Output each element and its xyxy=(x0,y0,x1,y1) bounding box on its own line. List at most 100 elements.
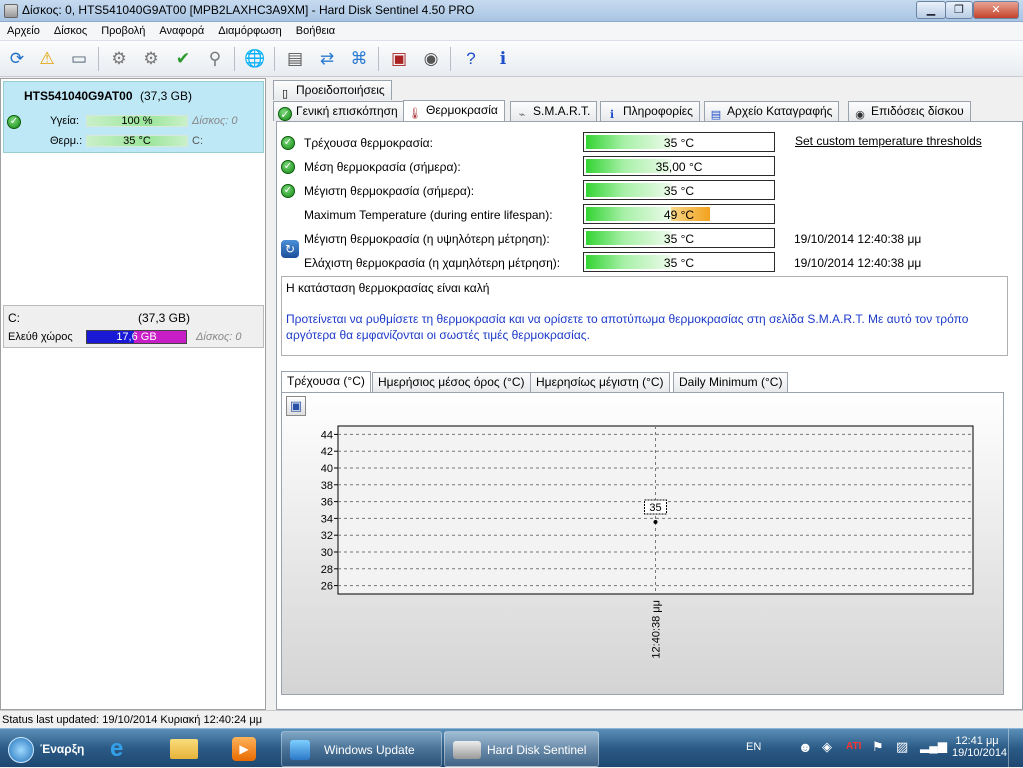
temperature-row-label: Μέγιστη θερμοκρασία (η υψηλότερη μέτρηση… xyxy=(304,232,550,246)
volume-entry[interactable]: C: (37,3 GB) Ελεύθ χώρος 17,6 GB Δίσκος:… xyxy=(3,305,264,348)
globe-icon[interactable]: 🌐 xyxy=(242,46,268,72)
y-tick-label: 26 xyxy=(321,581,333,593)
show-desktop-button[interactable] xyxy=(1008,729,1023,768)
reset-button[interactable]: ↻ xyxy=(281,240,299,258)
clock[interactable]: 12:41 μμ 19/10/2014 xyxy=(952,735,1008,759)
start-button[interactable]: Έναρξη xyxy=(2,731,84,767)
graph-tab-daily-average[interactable]: Ημερήσιος μέσος όρος (°C) xyxy=(372,372,531,392)
windows-logo-icon xyxy=(8,737,34,763)
device-list-pane: HTS541040G9AT00 (37,3 GB) ✓ Υγεία: 100 %… xyxy=(0,78,266,710)
y-tick-label: 36 xyxy=(321,497,333,509)
chart-icon[interactable]: ▣ xyxy=(386,46,412,72)
menu-disk[interactable]: Δίσκος xyxy=(47,22,94,37)
set-thresholds-link[interactable]: Set custom temperature thresholds xyxy=(795,134,982,148)
menu-help[interactable]: Βοήθεια xyxy=(289,22,342,37)
temp-bar: 35 °C xyxy=(86,135,188,147)
smiley-icon[interactable]: ☻ xyxy=(798,739,813,755)
tab-information[interactable]: ℹ Πληροφορίες xyxy=(600,101,700,121)
maximize-button[interactable]: ❐ xyxy=(945,1,973,19)
y-tick-label: 34 xyxy=(321,513,333,525)
menu-file[interactable]: Αρχείο xyxy=(0,22,47,37)
graph-tab-daily-max[interactable]: Ημερησίως μέγιστη (°C) xyxy=(530,372,670,392)
health-label: Υγεία: xyxy=(50,115,80,127)
disk-test-icon[interactable]: ⚙ xyxy=(138,46,164,72)
free-space-bar: 17,6 GB xyxy=(86,330,187,344)
temperature-value-box: 35 °C xyxy=(583,252,775,272)
data-label: 35 xyxy=(649,502,661,514)
app-icon xyxy=(4,4,18,18)
free-space-value: 17,6 GB xyxy=(116,331,157,343)
menu-report[interactable]: Αναφορά xyxy=(152,22,211,37)
disk-size: (37,3 GB) xyxy=(140,89,193,103)
temperature-graph-panel: ▣ 44 42 40 38 36 34 32 30 28 26 35 12:40:38 μμ xyxy=(281,392,1004,695)
taskbar-app-hard-disk-sentinel[interactable]: Hard Disk Sentinel xyxy=(444,731,599,767)
temperature-value-box: 35 °C xyxy=(583,132,775,152)
details-pane: ▯ Προειδοποιήσεις ✓ Γενική επισκόπηση 🌡 Θερ… xyxy=(268,78,1023,710)
network-tray-icon[interactable]: ▨ xyxy=(896,739,908,755)
temperature-value: 35 °C xyxy=(663,256,695,270)
document-icon: ▯ xyxy=(281,88,289,100)
temperature-value: 35 °C xyxy=(663,184,695,198)
report-icon[interactable]: ▤ xyxy=(282,46,308,72)
minimize-button[interactable]: ▁ xyxy=(916,1,946,19)
menu-bar: Αρχείο Δίσκος Προβολή Αναφορά Διαμόρφωση Βοήθ… xyxy=(0,22,1023,41)
help-icon[interactable]: ? xyxy=(458,46,484,72)
thermometer-icon: 🌡 xyxy=(408,108,422,120)
tab-smart[interactable]: ⌁ S.M.A.R.T. xyxy=(510,101,598,121)
temperature-row: ✓ Μέση θερμοκρασία (σήμερα): 35,00 °C xyxy=(277,156,1017,178)
close-button[interactable]: ✕ xyxy=(973,1,1019,19)
toolbar: ⟳ ⚠ ▭ ⚙ ⚙ ✔ ⚲ 🌐 ▤ ⇄ ⌘ ▣ ◉ ? ℹ xyxy=(0,41,1023,77)
disk-check-icon[interactable]: ✔ xyxy=(170,46,196,72)
tab-log[interactable]: ▤ Αρχείο Καταγραφής xyxy=(704,101,840,121)
disk-ref: Δίσκος: 0 xyxy=(192,115,238,127)
taskbar-app-windows-update[interactable]: Windows Update xyxy=(281,731,442,767)
log-icon: ▤ xyxy=(710,109,722,121)
timestamp: 19/10/2014 12:40:38 μμ xyxy=(794,256,922,270)
y-tick-label: 44 xyxy=(321,429,333,441)
tab-temperature[interactable]: 🌡 Θερμοκρασία xyxy=(403,100,505,122)
temperature-row: ✓ Μέγιστη θερμοκρασία (σήμερα): 35 °C xyxy=(277,180,1017,202)
disk-search-icon[interactable]: ⚲ xyxy=(202,46,228,72)
temperature-value: 35,00 °C xyxy=(655,160,703,174)
disk-tool-icon[interactable]: ⚙ xyxy=(106,46,132,72)
sync-icon[interactable]: ⇄ xyxy=(314,46,340,72)
status-bar: Status last updated: 19/10/2014 Κυριακή … xyxy=(0,710,1023,728)
gauge-icon: ◉ xyxy=(855,109,865,121)
tab-performance[interactable]: ◉ Επιδόσεις δίσκου xyxy=(848,101,971,121)
internet-explorer-icon[interactable]: e xyxy=(100,731,144,767)
menu-view[interactable]: Προβολή xyxy=(94,22,152,37)
flag-icon[interactable]: ⚑ xyxy=(872,739,884,755)
disk-icon: ⌁ xyxy=(518,109,526,121)
disk-name: HTS541040G9AT00 xyxy=(24,89,133,103)
graph-tab-daily-min[interactable]: Daily Minimum (°C) xyxy=(673,372,789,392)
volume-ref: C: xyxy=(192,135,203,147)
network-icon[interactable]: ⌘ xyxy=(346,46,372,72)
temperature-row: Ελάχιστη θερμοκρασία (η χαμηλότερη μέτρη… xyxy=(277,252,1017,274)
tab-overview[interactable]: ✓ Γενική επισκόπηση xyxy=(273,101,405,121)
info-icon[interactable]: ℹ xyxy=(490,46,516,72)
temperature-value-box: 35 °C xyxy=(583,228,775,248)
warning-icon[interactable]: ⚠ xyxy=(34,46,60,72)
info-icon: ℹ xyxy=(609,109,615,121)
y-tick-label: 30 xyxy=(321,547,333,559)
temperature-value-box: 35,00 °C xyxy=(583,156,775,176)
clock-date: 19/10/2014 xyxy=(952,747,1008,759)
ati-icon[interactable]: ATI xyxy=(846,741,861,752)
graph-tab-current[interactable]: Τρέχουσα (°C) xyxy=(281,371,371,393)
disk-entry[interactable]: HTS541040G9AT00 (37,3 GB) ✓ Υγεία: 100 %… xyxy=(3,81,264,153)
menu-configuration[interactable]: Διαμόρφωση xyxy=(211,22,289,37)
health-bar: 100 % xyxy=(86,115,188,127)
sound-icon[interactable]: ◉ xyxy=(418,46,444,72)
tray-app-icon[interactable]: ◈ xyxy=(822,739,832,755)
temperature-row-label: Ελάχιστη θερμοκρασία (η χαμηλότερη μέτρη… xyxy=(304,256,561,270)
media-player-icon[interactable]: ▶ xyxy=(222,731,266,767)
taskbar: Έναρξη e ▶ Windows Update Hard Disk Sent… xyxy=(0,728,1023,768)
disk-icon[interactable]: ▭ xyxy=(66,46,92,72)
y-tick-label: 28 xyxy=(321,564,333,576)
tab-warnings[interactable]: ▯ Προειδοποιήσεις xyxy=(273,80,392,100)
explorer-folder-icon[interactable] xyxy=(162,731,206,767)
signal-icon[interactable]: ▂▄▆ xyxy=(920,739,947,753)
temperature-chart: 44 42 40 38 36 34 32 30 28 26 35 12:40:38 μμ xyxy=(321,425,974,659)
language-indicator[interactable]: EN xyxy=(746,741,761,753)
refresh-icon[interactable]: ⟳ xyxy=(4,46,30,72)
